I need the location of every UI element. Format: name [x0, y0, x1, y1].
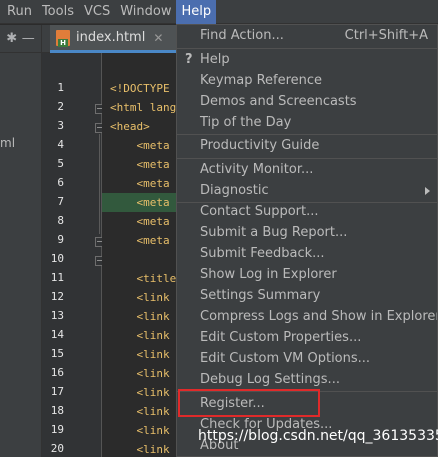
menu-item-edit-custom-properties[interactable]: Edit Custom Properties...: [177, 327, 437, 348]
menu-item-debug-log-settings[interactable]: Debug Log Settings...: [177, 369, 437, 390]
menu-item-find-action[interactable]: Find Action... Ctrl+Shift+A: [177, 25, 437, 46]
editor-gutter: 1 2 3 4 5 6 7 8 9 10 11 12 13 14 15 16 1…: [42, 53, 105, 457]
code-line: <title>: [110, 272, 183, 285]
code-line: <meta c: [110, 158, 183, 171]
hide-panel-icon[interactable]: —: [22, 31, 35, 46]
menu-item-label: Diagnostic: [200, 183, 269, 198]
line-number: 14: [50, 328, 64, 341]
menu-item-shortcut: Ctrl+Shift+A: [344, 28, 428, 43]
menu-item-tip-of-the-day[interactable]: Tip of the Day: [177, 112, 437, 133]
code-line: <link r: [110, 329, 183, 342]
tab-label: index.html: [76, 30, 146, 45]
fold-guide: [99, 134, 100, 234]
code-line: <meta c: [110, 139, 183, 152]
menu-item-activity-monitor[interactable]: Activity Monitor...: [177, 159, 437, 180]
menu-item-contact-support[interactable]: Contact Support...: [177, 201, 437, 222]
line-number: 9: [57, 233, 64, 246]
settings-gear-icon[interactable]: ✱: [6, 31, 17, 46]
question-icon: ?: [185, 52, 193, 67]
menu-bar: Run Tools VCS Window Help: [0, 0, 438, 24]
submenu-arrow-icon: [425, 187, 430, 195]
line-number: 11: [50, 271, 64, 284]
code-line: <meta n: [110, 234, 183, 247]
code-line: <link r: [110, 424, 183, 437]
line-number: 8: [57, 214, 64, 227]
menu-item-label: Help: [200, 52, 230, 67]
code-line: <!DOCTYPE h: [110, 82, 183, 95]
line-number: 7: [57, 195, 64, 208]
code-line: <link r: [110, 367, 183, 380]
line-number: 15: [50, 347, 64, 360]
code-line: <meta n: [110, 215, 183, 228]
menu-item-compress-logs[interactable]: Compress Logs and Show in Explorer: [177, 306, 437, 327]
code-line: <head>: [110, 120, 150, 133]
line-number: 10: [50, 252, 64, 265]
menu-item-label: Find Action...: [200, 28, 284, 43]
line-number: 6: [57, 176, 64, 189]
line-number: 5: [57, 157, 64, 170]
tab-index-html[interactable]: index.html ✕: [50, 25, 185, 53]
menu-tools[interactable]: Tools: [37, 0, 79, 24]
menu-vcs[interactable]: VCS: [79, 0, 115, 24]
line-number: 12: [50, 290, 64, 303]
project-panel-toolbar: ✱ —: [0, 25, 41, 53]
line-number: 18: [50, 404, 64, 417]
code-line: <link r: [110, 348, 183, 361]
close-tab-icon[interactable]: ✕: [153, 31, 163, 45]
menu-item-submit-feedback[interactable]: Submit Feedback...: [177, 243, 437, 264]
menu-item-productivity-guide[interactable]: Productivity Guide: [177, 135, 437, 156]
menu-item-demos-screencasts[interactable]: Demos and Screencasts: [177, 91, 437, 112]
menu-item-submit-bug-report[interactable]: Submit a Bug Report...: [177, 222, 437, 243]
line-number: 4: [57, 138, 64, 151]
menu-item-show-log[interactable]: Show Log in Explorer: [177, 264, 437, 285]
html-file-icon: [56, 29, 70, 47]
code-line: <link r: [110, 443, 183, 456]
code-line: <link r: [110, 291, 183, 304]
line-number: 20: [50, 442, 64, 455]
code-line: <html lang=: [110, 101, 183, 114]
code-line: c: [110, 253, 183, 266]
line-number: 13: [50, 309, 64, 322]
code-line: <link r: [110, 310, 183, 323]
menu-run[interactable]: Run: [2, 0, 37, 24]
code-line: <meta h: [110, 177, 183, 190]
project-panel: ✱ — ml: [0, 25, 42, 457]
watermark-text: https://blog.csdn.net/qq_36135335: [198, 428, 438, 444]
line-number: 1: [57, 81, 64, 94]
menu-help[interactable]: Help: [176, 0, 217, 24]
line-number: 19: [50, 423, 64, 436]
project-tree-item-fragment[interactable]: ml: [0, 136, 15, 150]
menu-item-help[interactable]: ? Help: [177, 49, 437, 70]
menu-item-settings-summary[interactable]: Settings Summary: [177, 285, 437, 306]
line-number: 2: [57, 100, 64, 113]
menu-window[interactable]: Window: [115, 0, 176, 24]
code-line: <link r: [110, 405, 183, 418]
line-number: 16: [50, 366, 64, 379]
menu-item-keymap-reference[interactable]: Keymap Reference: [177, 70, 437, 91]
menu-item-edit-custom-vm-options[interactable]: Edit Custom VM Options...: [177, 348, 437, 369]
menu-item-diagnostic[interactable]: Diagnostic: [177, 180, 437, 201]
code-line: <link r: [110, 386, 183, 399]
register-highlight-box: [178, 389, 320, 417]
line-number: 17: [50, 385, 64, 398]
line-number: 3: [57, 119, 64, 132]
